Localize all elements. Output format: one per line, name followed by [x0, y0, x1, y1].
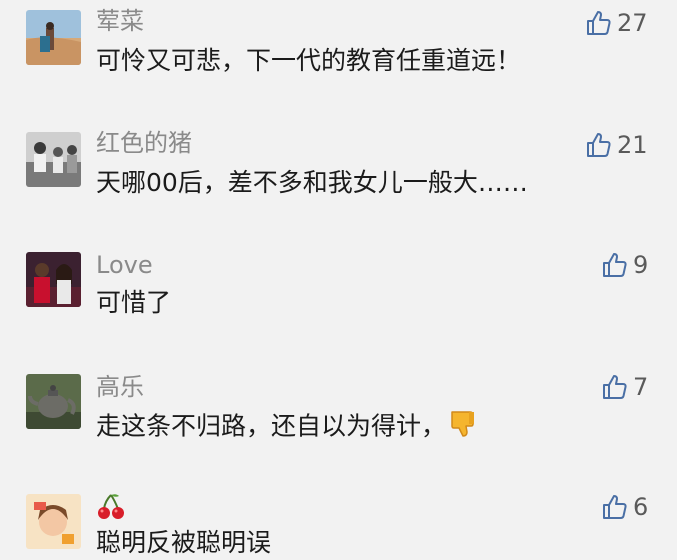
bw-group-photo-avatar-icon: [26, 132, 81, 187]
thumbs-up-icon: [603, 495, 627, 519]
desert-person-avatar-icon: [26, 10, 81, 65]
teapot-avatar-icon: [26, 374, 81, 429]
comment-author[interactable]: Love: [96, 250, 153, 280]
like-button[interactable]: 7: [601, 372, 648, 402]
comment-text: 聪明反被聪明误: [96, 528, 272, 557]
like-count: 9: [633, 251, 649, 279]
like-button[interactable]: 9: [601, 250, 648, 280]
like-count: 21: [617, 131, 648, 159]
like-count: 7: [633, 373, 649, 401]
comment-text: 走这条不归路，还自以为得计，: [96, 408, 478, 447]
user-avatar[interactable]: [26, 10, 81, 65]
user-avatar[interactable]: [26, 374, 81, 429]
basketball-couple-avatar-icon: [26, 252, 81, 307]
cherries-icon: [96, 492, 126, 529]
user-avatar[interactable]: [26, 132, 81, 187]
thumbs-down-icon: [448, 408, 478, 447]
comment-text: 天哪00后，差不多和我女儿一般大……: [96, 168, 528, 197]
like-button[interactable]: 6: [601, 492, 648, 522]
comment-author[interactable]: [96, 492, 126, 529]
like-count: 27: [617, 9, 648, 37]
like-count: 6: [633, 493, 649, 521]
like-button[interactable]: 21: [585, 130, 648, 160]
thumbs-up-icon: [603, 253, 627, 277]
comment-text-content: 走这条不归路，还自以为得计，: [96, 411, 447, 441]
comment-author[interactable]: 红色的猪: [96, 128, 192, 158]
thumbs-up-icon: [587, 11, 611, 35]
comment-text: 可怜又可悲，下一代的教育任重道远！: [96, 46, 522, 75]
comment-author[interactable]: 高乐: [96, 372, 144, 402]
like-button[interactable]: 27: [585, 8, 648, 38]
comment-text: 可惜了: [96, 288, 172, 317]
thumbs-up-icon: [587, 133, 611, 157]
cartoon-girl-avatar-icon: [26, 494, 81, 549]
user-avatar[interactable]: [26, 494, 81, 549]
comment-author[interactable]: 荤菜: [96, 6, 144, 36]
user-avatar[interactable]: [26, 252, 81, 307]
thumbs-up-icon: [603, 375, 627, 399]
